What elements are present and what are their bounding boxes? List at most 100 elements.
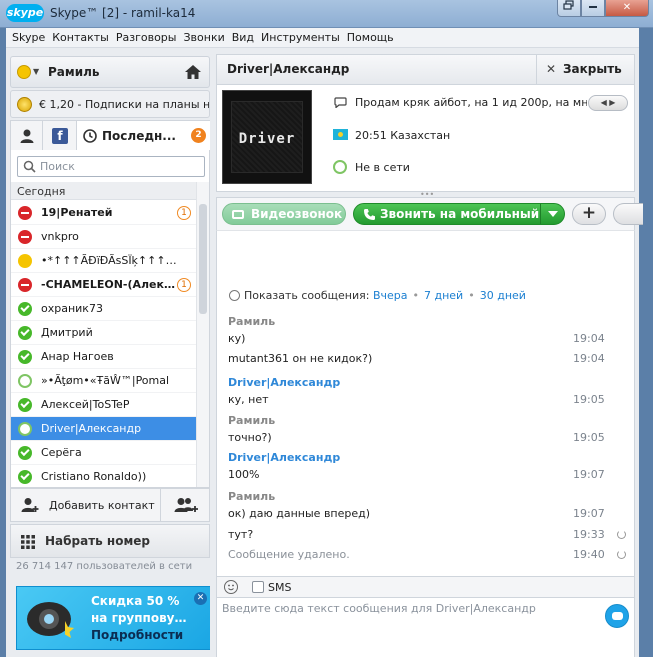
message-text: тут? xyxy=(228,528,254,541)
chevron-down-icon[interactable]: ▼ xyxy=(33,67,39,76)
menu-skype[interactable]: Skype xyxy=(12,28,50,47)
menu-contacts[interactable]: Контакты xyxy=(52,28,114,47)
emoticon-icon[interactable] xyxy=(224,580,238,594)
contact-item[interactable]: Cristiano Ronaldo)) xyxy=(11,465,197,487)
contact-info-panel: Driver Продам кряк айбот, на 1 ид 200р, … xyxy=(216,84,635,192)
minimize-icon[interactable] xyxy=(581,0,605,17)
restore-icon[interactable] xyxy=(557,0,581,17)
dial-number-label: Набрать номер xyxy=(45,534,150,548)
status-blocked-icon xyxy=(18,230,32,244)
message-author: Рамиль xyxy=(228,490,618,503)
history-30days-link[interactable]: 30 дней xyxy=(480,289,526,302)
call-options-dropdown[interactable] xyxy=(540,204,564,224)
add-people-button[interactable]: + xyxy=(572,203,606,225)
close-icon[interactable]: ✕ xyxy=(194,592,207,605)
contact-item[interactable]: Алексей|ToSTeP xyxy=(11,393,197,417)
contact-name: vnkpro xyxy=(41,230,79,243)
dial-number-button[interactable]: Набрать номер xyxy=(10,524,210,558)
contact-item[interactable]: •*↑↑↑ÃÐïÐÃsSÏķ↑↑↑… xyxy=(11,249,197,273)
tab-recent[interactable]: Последн... 2 xyxy=(77,121,211,151)
contact-item[interactable]: Серёга xyxy=(11,441,197,465)
contact-list: 19|Ренатей 1 vnkpro •*↑↑↑ÃÐïÐÃsSÏķ↑↑↑… -CHAM… xyxy=(11,201,197,487)
close-conversation-button[interactable]: ✕ Закрыть xyxy=(536,55,634,84)
home-icon[interactable] xyxy=(183,62,203,82)
credit-text: € 1,20 - Подписки на планы на xyxy=(39,98,210,111)
contact-item[interactable]: Дмитрий xyxy=(11,321,197,345)
contact-scrollbar[interactable] xyxy=(196,182,209,487)
pending-spinner-icon xyxy=(617,550,626,559)
status-blocked-icon xyxy=(18,278,32,292)
call-toolbar: Видеозвонок Звонить на мобильный + xyxy=(216,197,643,231)
contact-item[interactable]: Driver|Александр xyxy=(11,417,197,441)
search-input[interactable] xyxy=(17,156,205,177)
add-contact-button[interactable]: Добавить контакт xyxy=(11,489,161,521)
chevron-down-icon xyxy=(548,211,558,217)
history-7days-link[interactable]: 7 дней xyxy=(424,289,463,302)
tab-contacts[interactable] xyxy=(11,121,43,151)
contact-item[interactable]: »•Ãţøm•«ŦãŴ™|Pomal xyxy=(11,369,197,393)
local-time: 20:51 Казахстан xyxy=(355,129,451,142)
close-icon: ✕ xyxy=(546,62,557,76)
message-text: ку, нет xyxy=(228,393,269,406)
author-name: Рамиль xyxy=(228,315,276,328)
mood-nav-arrows[interactable]: ◀ ▶ xyxy=(588,95,628,111)
sms-checkbox[interactable] xyxy=(252,581,264,593)
profile-name[interactable]: Рамиль xyxy=(48,65,100,79)
video-call-button[interactable]: Видеозвонок xyxy=(222,203,346,225)
tab-facebook[interactable]: f xyxy=(43,121,77,151)
avatar-text: Driver xyxy=(238,131,296,147)
menu-conversations[interactable]: Разговоры xyxy=(116,28,182,47)
window-title: Skype™ [2] - ramil-ka14 xyxy=(50,6,196,20)
status-away-icon[interactable] xyxy=(17,65,31,79)
message-text: ку) xyxy=(228,332,246,345)
history-filter: Показать сообщения: Вчера • 7 дней • 30 дней xyxy=(229,289,526,302)
contact-item[interactable]: Анар Нагоев xyxy=(11,345,197,369)
more-options-button[interactable] xyxy=(613,203,643,225)
chat-history[interactable]: Показать сообщения: Вчера • 7 дней • 30 дней… xyxy=(216,231,635,576)
contact-name: Дмитрий xyxy=(41,326,93,339)
contact-item[interactable]: vnkpro xyxy=(11,225,197,249)
scrollbar-thumb[interactable] xyxy=(199,204,207,314)
message-time: 19:33 xyxy=(573,528,605,541)
avatar[interactable]: Driver xyxy=(222,90,312,184)
add-group-icon[interactable] xyxy=(173,497,199,513)
video-call-label: Видеозвонок xyxy=(251,207,343,221)
menu-tools[interactable]: Инструменты xyxy=(261,28,345,47)
message-text: 100% xyxy=(228,468,260,481)
contact-item[interactable]: охраник73 xyxy=(11,297,197,321)
message-time: 19:07 xyxy=(573,507,605,520)
skype-logo: skype xyxy=(6,4,44,22)
status-online-icon xyxy=(18,398,32,412)
message-author: Рамиль xyxy=(228,414,618,427)
contact-name: »•Ãţøm•«ŦãŴ™|Pomal xyxy=(41,374,170,387)
message-time: 19:40 xyxy=(573,548,605,561)
history-yesterday-link[interactable]: Вчера xyxy=(373,289,408,302)
menu-help[interactable]: Помощь xyxy=(347,28,399,47)
send-button[interactable] xyxy=(605,604,629,628)
call-mobile-label: Звонить на мобильный xyxy=(380,207,540,221)
contact-item[interactable]: 19|Ренатей 1 xyxy=(11,201,197,225)
menu-calls[interactable]: Звонки xyxy=(183,28,229,47)
unread-badge: 1 xyxy=(177,278,191,292)
dialpad-icon xyxy=(21,535,35,549)
mood-message: Продам кряк айбот, на 1 ид 200р, на мно… xyxy=(355,96,587,109)
close-icon[interactable]: ✕ xyxy=(605,0,649,17)
status-offline-icon xyxy=(18,374,32,388)
promo-details-link[interactable]: Подробности xyxy=(91,627,191,644)
call-mobile-button[interactable]: Звонить на мобильный xyxy=(353,203,565,225)
credit-bar[interactable]: € 1,20 - Подписки на планы на xyxy=(10,90,210,118)
message-row: 100% 19:07 xyxy=(228,468,618,481)
message-author: Driver|Александр xyxy=(228,376,618,389)
promo-banner[interactable]: Скидка 50 % на группову… Подробности ✕ xyxy=(16,586,212,650)
contact-list-panel: Сегодня 19|Ренатей 1 vnkpro •*↑↑↑ÃÐïÐÃsSÏķ↑… xyxy=(10,182,210,488)
message-text: точно?) xyxy=(228,431,272,444)
status-online-icon xyxy=(18,470,32,484)
profile-bar[interactable]: ▼ Рамиль xyxy=(10,56,210,88)
message-input[interactable] xyxy=(222,602,597,642)
author-name: Рамиль xyxy=(228,414,276,427)
speech-bubble-icon xyxy=(334,97,347,108)
menu-view[interactable]: Вид xyxy=(232,28,259,47)
contact-name: Серёга xyxy=(41,446,82,459)
message-time: 19:05 xyxy=(573,431,605,444)
contact-item[interactable]: -CHAMELEON-(Алек… 1 xyxy=(11,273,197,297)
